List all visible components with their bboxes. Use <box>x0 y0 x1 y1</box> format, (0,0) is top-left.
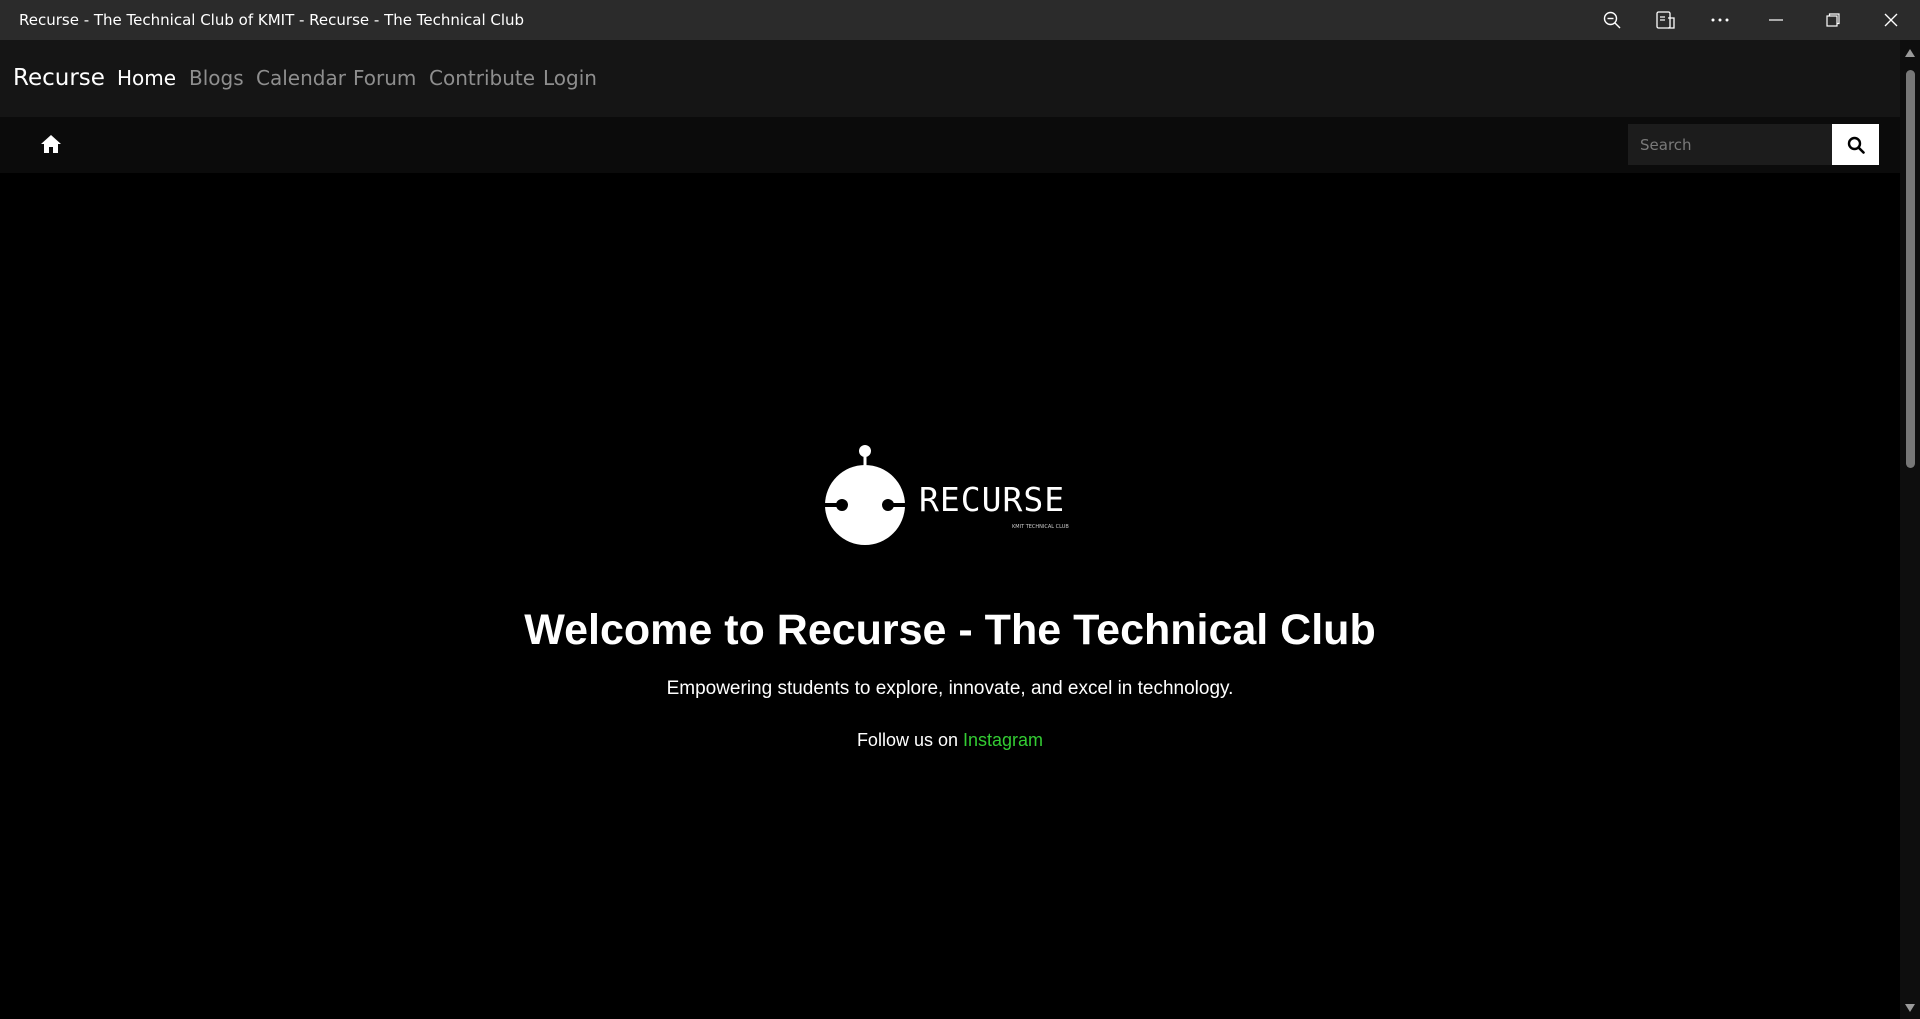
sub-toolbar <box>0 117 1900 173</box>
scroll-down-arrow-icon[interactable] <box>1904 1003 1916 1013</box>
logo-wordmark: RECURSE <box>919 480 1066 519</box>
reader-view-button[interactable] <box>1639 0 1693 40</box>
nav-item-calendar[interactable]: Calendar <box>256 40 346 117</box>
more-options-button[interactable] <box>1693 0 1747 40</box>
nav-item-login[interactable]: Login <box>543 40 597 117</box>
zoom-out-icon <box>1603 11 1621 29</box>
scrollbar-thumb[interactable] <box>1906 70 1915 468</box>
nav-item-home[interactable]: Home <box>117 40 176 117</box>
close-button[interactable] <box>1864 0 1918 40</box>
nav-item-contribute[interactable]: Contribute <box>429 40 535 117</box>
minimize-icon <box>1769 19 1783 21</box>
home-button[interactable] <box>38 131 64 157</box>
nav-item-forum[interactable]: Forum <box>353 40 416 117</box>
recurse-logo: RECURSE KMIT TECHNICAL CLUB <box>822 445 1074 550</box>
browser-window: Recurse - The Technical Club of KMIT - R… <box>0 0 1920 1019</box>
hero-title: Welcome to Recurse - The Technical Club <box>524 606 1376 654</box>
nav-item-blogs[interactable]: Blogs <box>189 40 244 117</box>
minimize-button[interactable] <box>1749 0 1803 40</box>
zoom-out-button[interactable] <box>1585 0 1639 40</box>
search-input[interactable] <box>1628 124 1832 165</box>
search-button[interactable] <box>1832 124 1879 165</box>
home-icon <box>41 135 61 153</box>
search-icon <box>1847 136 1865 154</box>
more-icon <box>1711 18 1729 22</box>
hero-subtitle: Empowering students to explore, innovate… <box>666 678 1234 699</box>
follow-line: Follow us on Instagram <box>0 730 1900 751</box>
brand-link[interactable]: Recurse <box>13 40 105 117</box>
hero-section: RECURSE KMIT TECHNICAL CLUB Welcome to R… <box>0 173 1900 1019</box>
restore-button[interactable] <box>1806 0 1860 40</box>
instagram-link[interactable]: Instagram <box>963 730 1043 750</box>
navbar: Recurse Home Blogs Calendar Forum Contri… <box>0 40 1900 117</box>
close-icon <box>1884 13 1898 27</box>
reader-view-icon <box>1656 11 1675 29</box>
window-title: Recurse - The Technical Club of KMIT - R… <box>19 11 525 29</box>
scroll-up-arrow-icon[interactable] <box>1904 48 1916 58</box>
logo-subtext: KMIT TECHNICAL CLUB <box>1012 524 1069 530</box>
follow-text: Follow us on <box>856 730 958 750</box>
vertical-scrollbar[interactable] <box>1900 40 1920 1019</box>
robot-logo-icon <box>822 445 910 545</box>
title-bar: Recurse - The Technical Club of KMIT - R… <box>0 0 1920 40</box>
restore-icon <box>1826 13 1840 27</box>
